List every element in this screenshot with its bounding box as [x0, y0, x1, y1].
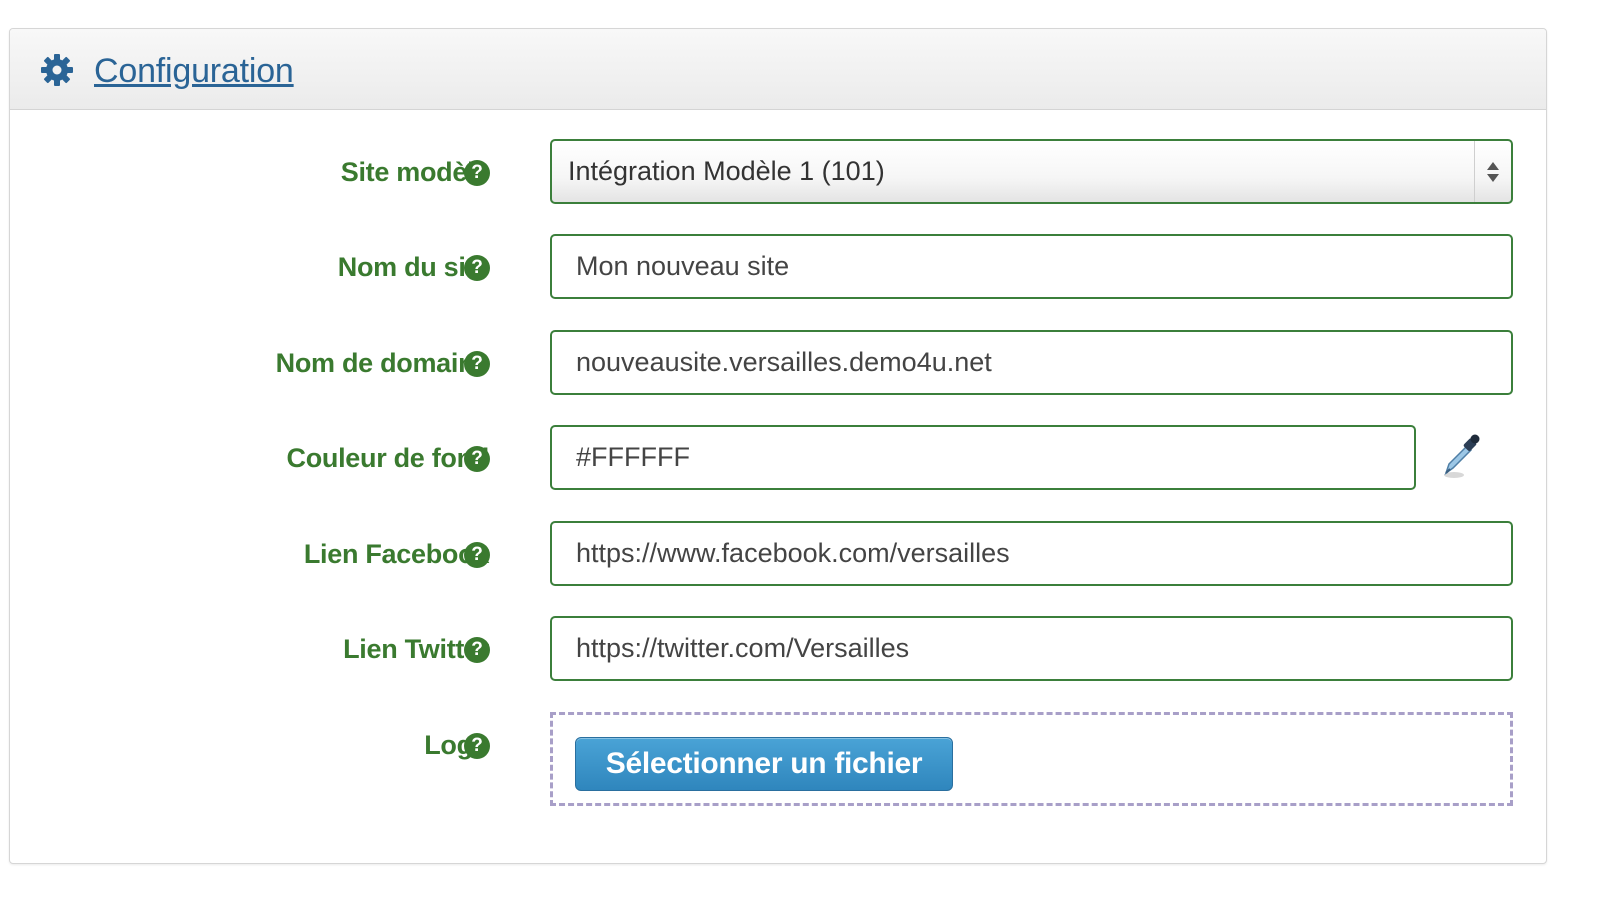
panel-title-link[interactable]: Configuration	[94, 51, 294, 91]
help-icon[interactable]: ?	[464, 542, 490, 568]
help-icon[interactable]: ?	[464, 733, 490, 759]
lien-facebook-input[interactable]: https://www.facebook.com/versailles	[550, 521, 1513, 586]
help-icon[interactable]: ?	[464, 637, 490, 663]
select-file-button[interactable]: Sélectionner un fichier	[575, 737, 953, 791]
select-arrows-icon	[1474, 141, 1499, 202]
site-modele-select[interactable]: Intégration Modèle 1 (101)	[550, 139, 1513, 204]
lien-twitter-input[interactable]: https://twitter.com/Versailles	[550, 616, 1513, 681]
eyedropper-icon[interactable]	[1440, 431, 1484, 479]
help-icon[interactable]: ?	[464, 160, 490, 186]
logo-dropzone[interactable]: Sélectionner un fichier	[550, 712, 1513, 806]
row-nom-du-site: Nom du site ? Mon nouveau site	[10, 234, 1546, 300]
row-site-modele: Site modèle ? Intégration Modèle 1 (101)	[10, 139, 1546, 205]
nom-de-domaine-input[interactable]: nouveausite.versailles.demo4u.net	[550, 330, 1513, 395]
row-couleur-de-fond: Couleur de fond ? #FFFFFF	[10, 425, 1546, 491]
site-modele-selected-value: Intégration Modèle 1 (101)	[568, 156, 885, 186]
couleur-de-fond-input[interactable]: #FFFFFF	[550, 425, 1416, 490]
gear-icon	[41, 54, 73, 86]
row-logo: Logo ? Sélectionner un fichier	[10, 712, 1546, 806]
row-nom-de-domaine: Nom de domaine ? nouveausite.versailles.…	[10, 330, 1546, 396]
help-icon[interactable]: ?	[464, 255, 490, 281]
help-icon[interactable]: ?	[464, 446, 490, 472]
help-icon[interactable]: ?	[464, 351, 490, 377]
row-lien-twitter: Lien Twitter ? https://twitter.com/Versa…	[10, 616, 1546, 682]
nom-de-domaine-label: Nom de domaine	[275, 347, 490, 378]
panel-header: Configuration	[10, 29, 1546, 110]
nom-du-site-input[interactable]: Mon nouveau site	[550, 234, 1513, 299]
row-lien-facebook: Lien Facebook ? https://www.facebook.com…	[10, 521, 1546, 587]
couleur-de-fond-label: Couleur de fond	[286, 442, 490, 473]
lien-facebook-label: Lien Facebook	[303, 538, 489, 569]
configuration-panel: Configuration Site modèle ? Intégration …	[9, 28, 1547, 864]
